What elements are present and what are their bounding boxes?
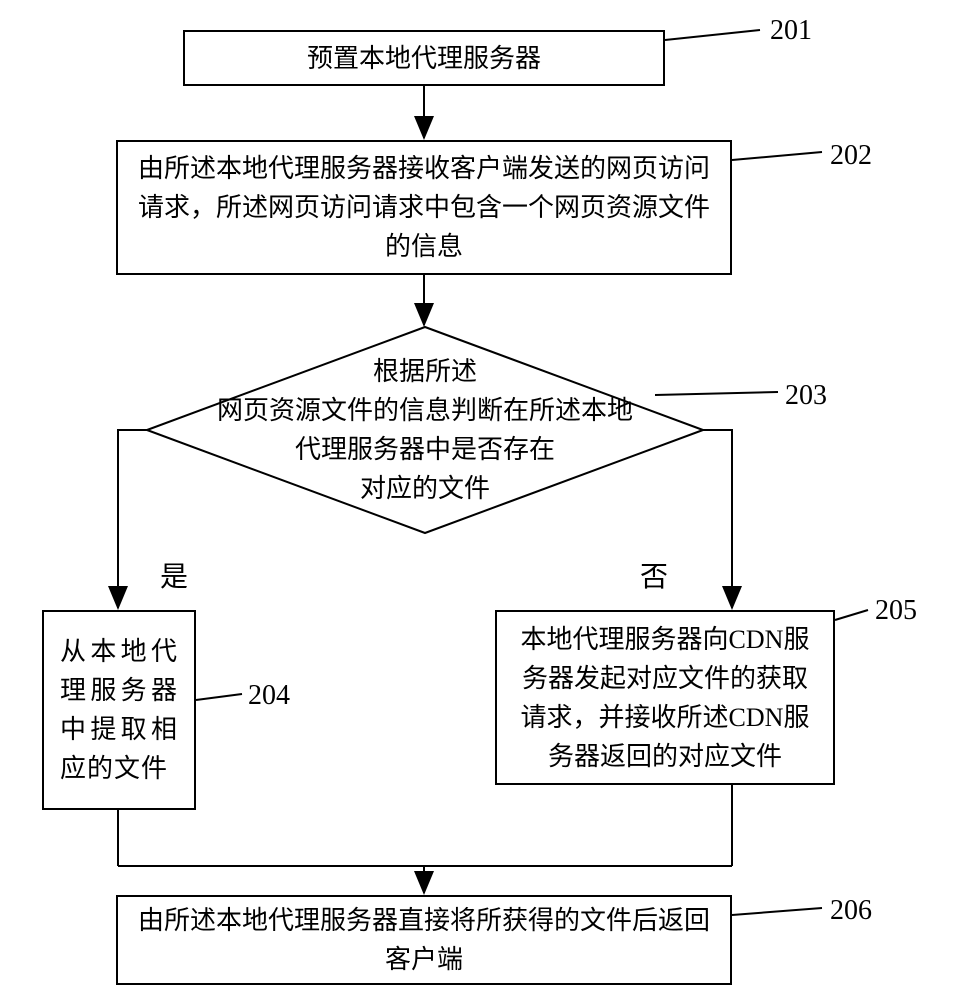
step-205-label: 205 xyxy=(875,595,917,627)
step-205-box: 本地代理服务器向CDN服务器发起对应文件的获取请求，并接收所述CDN服务器返回的… xyxy=(495,610,835,785)
step-206-box: 由所述本地代理服务器直接将所获得的文件后返回客户端 xyxy=(116,895,732,985)
step-204-text: 从本地代理服务器中提取相应的文件 xyxy=(60,632,178,788)
step-206-text: 由所述本地代理服务器直接将所获得的文件后返回客户端 xyxy=(134,901,714,979)
step-202-text: 由所述本地代理服务器接收客户端发送的网页访问请求，所述网页访问请求中包含一个网页… xyxy=(134,149,714,266)
step-203-text: 根据所述 网页资源文件的信息判断在所述本地 代理服务器中是否存在 对应的文件 xyxy=(145,352,705,508)
step-204-label: 204 xyxy=(248,680,290,712)
step-201-box: 预置本地代理服务器 xyxy=(183,30,665,86)
step-201-text: 预置本地代理服务器 xyxy=(307,39,541,78)
step-201-label: 201 xyxy=(770,15,812,47)
step-203-decision: 根据所述 网页资源文件的信息判断在所述本地 代理服务器中是否存在 对应的文件 xyxy=(145,325,705,535)
step-202-box: 由所述本地代理服务器接收客户端发送的网页访问请求，所述网页访问请求中包含一个网页… xyxy=(116,140,732,275)
step-205-text: 本地代理服务器向CDN服务器发起对应文件的获取请求，并接收所述CDN服务器返回的… xyxy=(513,620,817,776)
step-206-label: 206 xyxy=(830,895,872,927)
step-204-box: 从本地代理服务器中提取相应的文件 xyxy=(42,610,196,810)
step-202-label: 202 xyxy=(830,140,872,172)
branch-no-label: 否 xyxy=(640,555,668,595)
step-203-label: 203 xyxy=(785,380,827,412)
branch-yes-label: 是 xyxy=(160,555,188,595)
